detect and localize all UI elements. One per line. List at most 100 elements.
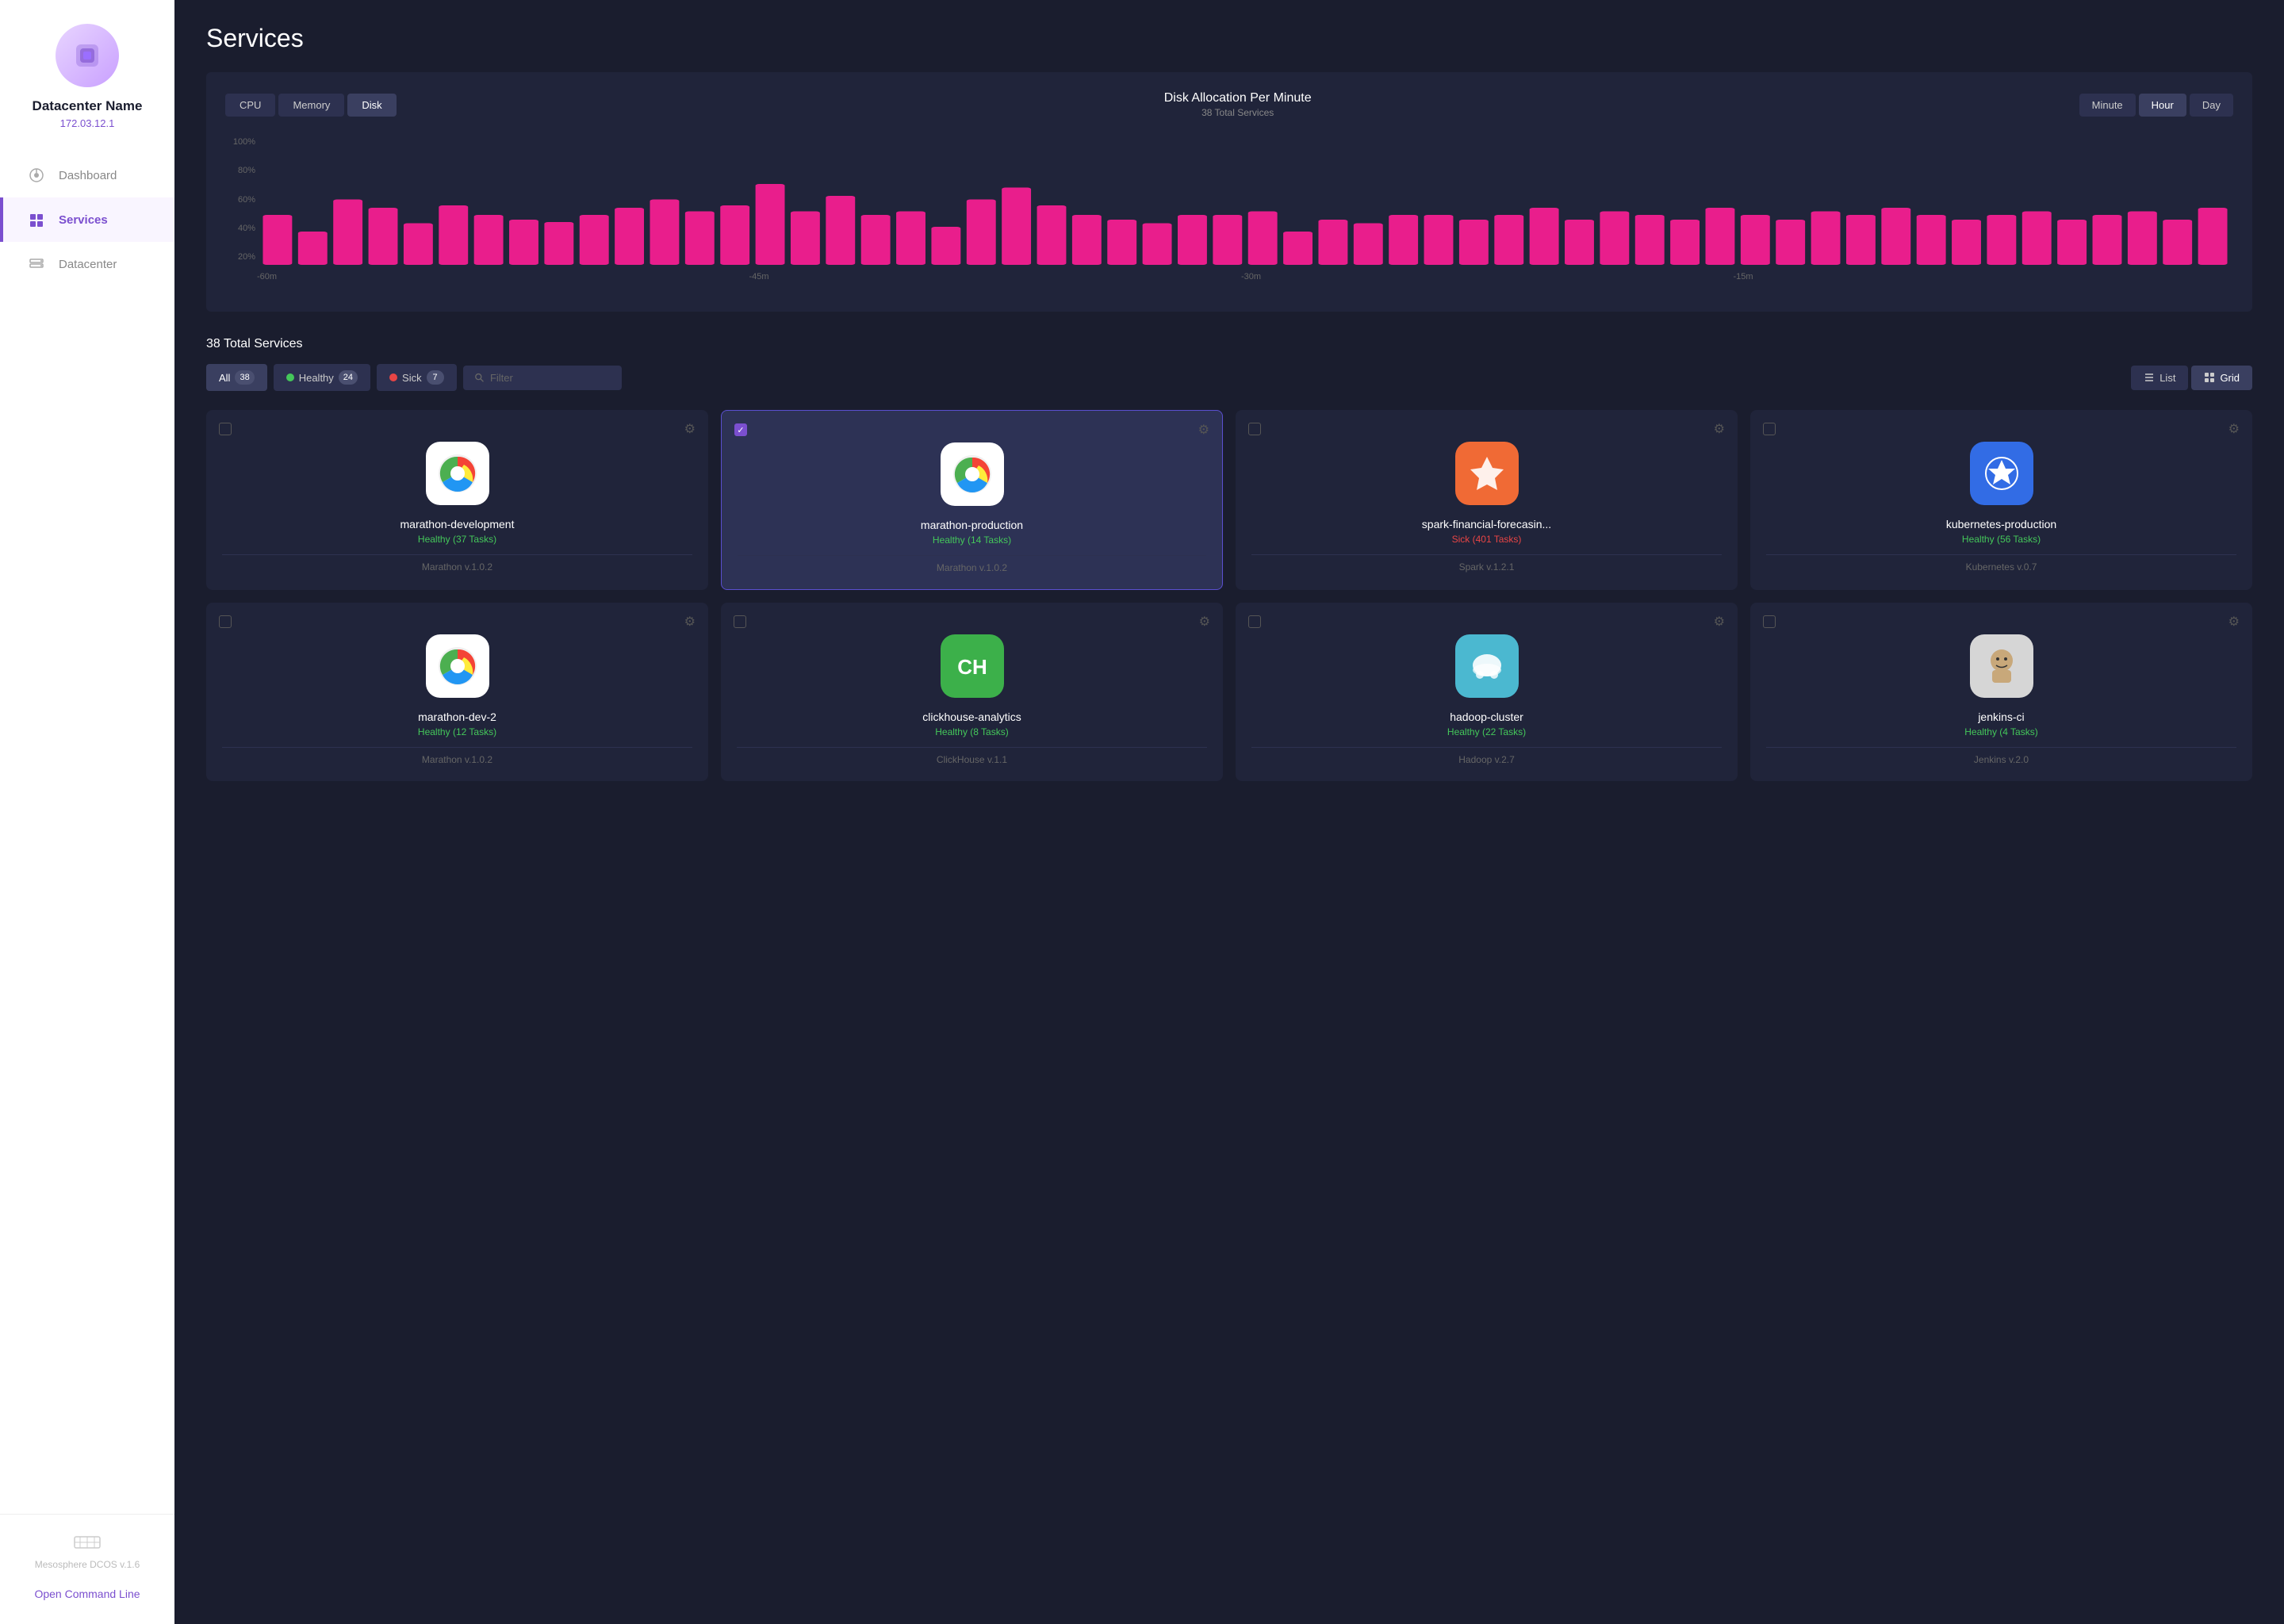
- filter-search-container: [463, 366, 622, 390]
- card-checkbox[interactable]: [1248, 423, 1261, 435]
- chart-section: CPU Memory Disk Disk Allocation Per Minu…: [206, 72, 2252, 312]
- chart-tab-memory[interactable]: Memory: [278, 94, 344, 117]
- service-card[interactable]: ⚙ CH clickhouse-analytics Healthy (8 Tas…: [721, 603, 1223, 781]
- card-gear-button[interactable]: ⚙: [2228, 614, 2240, 630]
- service-card[interactable]: ⚙ hadoop-cluster Healthy (22 Tasks) Hado…: [1236, 603, 1738, 781]
- card-status: Healthy (14 Tasks): [738, 534, 1206, 546]
- card-icon: [1970, 442, 2033, 505]
- chart-tabs: CPU Memory Disk: [225, 94, 397, 117]
- filter-healthy-button[interactable]: Healthy 24: [274, 364, 370, 391]
- filter-sick-button[interactable]: Sick 7: [377, 364, 457, 391]
- card-version: Marathon v.1.0.2: [222, 561, 692, 573]
- sidebar-item-services[interactable]: Services: [0, 197, 174, 242]
- services-icon: [27, 210, 46, 229]
- view-grid-button[interactable]: Grid: [2191, 366, 2252, 390]
- page-title: Services: [206, 24, 2252, 53]
- card-icon-wrapper: [1251, 634, 1722, 698]
- mesosphere-logo: Mesosphere DCOS v.1.6: [35, 1530, 140, 1570]
- filter-search-input[interactable]: [490, 372, 611, 384]
- services-section: 38 Total Services All 38 Healthy 24 Sick…: [206, 337, 2252, 781]
- card-gear-button[interactable]: ⚙: [2228, 421, 2240, 437]
- card-icon-wrapper: [222, 634, 692, 698]
- card-name: clickhouse-analytics: [737, 710, 1207, 723]
- chart-tab-cpu[interactable]: CPU: [225, 94, 275, 117]
- y-axis-labels: 100% 80% 60% 40% 20%: [225, 134, 255, 265]
- card-gear-button[interactable]: ⚙: [1199, 614, 1210, 630]
- card-status: Healthy (4 Tasks): [1766, 726, 2236, 737]
- time-tab-minute[interactable]: Minute: [2079, 94, 2136, 117]
- service-card[interactable]: ⚙ jenkins-ci Healthy (4 Tasks) Jenkins v…: [1750, 603, 2252, 781]
- services-count: 38 Total Services: [206, 337, 2252, 351]
- card-name: marathon-dev-2: [222, 710, 692, 723]
- card-version: Marathon v.1.0.2: [738, 562, 1206, 573]
- search-icon: [474, 372, 484, 383]
- card-gear-button[interactable]: ⚙: [1714, 421, 1725, 437]
- card-divider: [1766, 554, 2236, 555]
- card-checkbox[interactable]: [1763, 423, 1776, 435]
- card-name: hadoop-cluster: [1251, 710, 1722, 723]
- card-divider: [1251, 554, 1722, 555]
- card-gear-button[interactable]: ⚙: [1714, 614, 1725, 630]
- service-grid: ⚙ marathon-development Healthy (37 Tasks…: [206, 410, 2252, 781]
- service-card[interactable]: ✓ ⚙ marathon-production Healthy (14 Task…: [721, 410, 1223, 590]
- card-icon: [1970, 634, 2033, 698]
- filter-all-button[interactable]: All 38: [206, 364, 267, 391]
- card-status: Healthy (22 Tasks): [1251, 726, 1722, 737]
- card-checkbox[interactable]: [219, 615, 232, 628]
- filter-all-badge: 38: [235, 370, 254, 385]
- card-name: spark-financial-forecasin...: [1251, 518, 1722, 530]
- chart-tab-disk[interactable]: Disk: [347, 94, 396, 117]
- chart-title-area: Disk Allocation Per Minute 38 Total Serv…: [1164, 91, 1312, 118]
- card-icon: [1455, 634, 1519, 698]
- card-gear-button[interactable]: ⚙: [1198, 422, 1209, 438]
- card-checkbox[interactable]: [734, 615, 746, 628]
- open-command-line-button[interactable]: Open Command Line: [34, 1580, 140, 1608]
- card-status: Healthy (12 Tasks): [222, 726, 692, 737]
- view-list-button[interactable]: List: [2131, 366, 2188, 390]
- card-version: Spark v.1.2.1: [1251, 561, 1722, 573]
- view-toggle: List Grid: [2131, 366, 2252, 390]
- card-icon-wrapper: CH: [737, 634, 1207, 698]
- card-divider: [222, 747, 692, 748]
- x-axis-labels: -60m -45m -30m -15m: [225, 269, 2233, 282]
- service-card[interactable]: ⚙ kubernetes-production Healthy (56 Task…: [1750, 410, 2252, 590]
- card-divider: [737, 747, 1207, 748]
- main-content: Services CPU Memory Disk Disk Allocation…: [174, 0, 2284, 1624]
- filter-healthy-badge: 24: [339, 370, 358, 385]
- dashboard-icon: [27, 166, 46, 185]
- card-version: Jenkins v.2.0: [1766, 754, 2236, 765]
- sidebar-item-datacenter[interactable]: Datacenter: [0, 242, 174, 286]
- card-divider: [738, 555, 1206, 556]
- service-card[interactable]: ⚙ spark-financial-forecasin... Sick (401…: [1236, 410, 1738, 590]
- chart-header: CPU Memory Disk Disk Allocation Per Minu…: [225, 91, 2233, 118]
- sidebar-footer: Mesosphere DCOS v.1.6 Open Command Line: [0, 1514, 174, 1624]
- service-card[interactable]: ⚙ marathon-development Healthy (37 Tasks…: [206, 410, 708, 590]
- card-version: Hadoop v.2.7: [1251, 754, 1722, 765]
- card-checkbox[interactable]: [1763, 615, 1776, 628]
- card-checkbox[interactable]: [1248, 615, 1261, 628]
- sidebar-nav: Dashboard Services: [0, 153, 174, 1514]
- card-icon-wrapper: [222, 442, 692, 505]
- sidebar-item-dashboard-label: Dashboard: [59, 169, 117, 182]
- card-icon: [426, 634, 489, 698]
- time-tab-hour[interactable]: Hour: [2139, 94, 2186, 117]
- sidebar-item-services-label: Services: [59, 213, 108, 227]
- sidebar-item-datacenter-label: Datacenter: [59, 258, 117, 271]
- card-checkbox[interactable]: ✓: [734, 423, 747, 436]
- card-gear-button[interactable]: ⚙: [684, 614, 696, 630]
- card-icon: [1455, 442, 1519, 505]
- list-icon: [2144, 372, 2155, 383]
- healthy-dot-icon: [286, 373, 294, 381]
- time-tab-day[interactable]: Day: [2190, 94, 2233, 117]
- bar-chart-svg: [257, 134, 2233, 269]
- card-checkbox[interactable]: [219, 423, 232, 435]
- sidebar-item-dashboard[interactable]: Dashboard: [0, 153, 174, 197]
- datacenter-nav-icon: [27, 255, 46, 274]
- card-status: Healthy (37 Tasks): [222, 534, 692, 545]
- svg-text:CH: CH: [957, 655, 987, 679]
- card-gear-button[interactable]: ⚙: [684, 421, 696, 437]
- service-card[interactable]: ⚙ marathon-dev-2 Healthy (12 Tasks) Mara…: [206, 603, 708, 781]
- card-icon-wrapper: [1251, 442, 1722, 505]
- chart-title: Disk Allocation Per Minute: [1164, 91, 1312, 105]
- sick-dot-icon: [389, 373, 397, 381]
